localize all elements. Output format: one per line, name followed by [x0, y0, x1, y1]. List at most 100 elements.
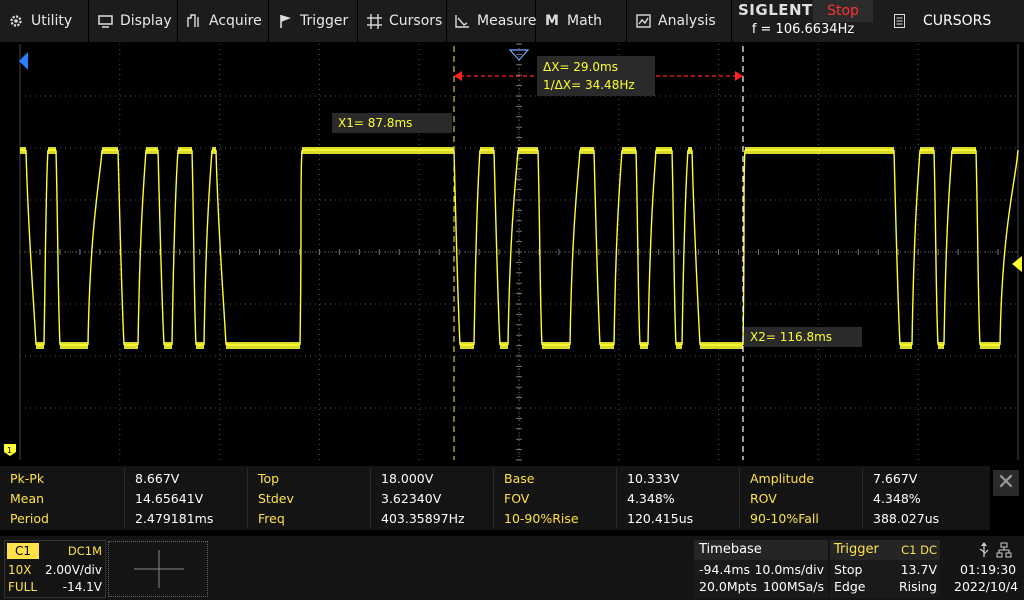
trace-noise-band [60, 342, 88, 349]
measurement-table: Pk-Pk 8.667V Top 18.000V Base 10.333V Amplitud… [0, 466, 990, 530]
measure-divider [862, 468, 863, 528]
trace-noise-band [226, 342, 300, 349]
cursors-panel-button[interactable]: CURSORS [880, 0, 1024, 42]
usb-icon [979, 542, 989, 557]
trace-noise-band [500, 342, 508, 349]
timebase-delay: -94.4ms [699, 562, 751, 577]
measure-divider [493, 468, 494, 528]
sample-rate: 100MSa/s [763, 579, 824, 594]
delta-arrow-right-head [735, 71, 743, 81]
trace-noise-band [938, 342, 944, 349]
menu-label: Trigger [300, 13, 349, 29]
trace-noise-band [700, 342, 743, 349]
measure-value: 3.62340V [381, 491, 442, 506]
measure-divider [616, 468, 617, 528]
brand-logo: SIGLENT [738, 1, 813, 19]
trace-noise-band [920, 147, 934, 154]
probe-attenuation: 10X [8, 563, 32, 577]
add-channel-slot[interactable] [108, 541, 208, 597]
analysis-icon [635, 13, 651, 29]
close-measure-button[interactable]: ✕ [993, 470, 1019, 496]
trace-noise-band [518, 147, 538, 154]
trace-noise-band [20, 147, 26, 154]
measure-value: 4.348% [627, 491, 675, 506]
measure-label: 10-90%Rise [504, 511, 579, 526]
menu-label: Utility [31, 13, 73, 29]
channel-1-info[interactable]: C1 DC1M 10X 2.00V/div FULL -14.1V [4, 540, 106, 598]
trace-noise-band [952, 147, 976, 154]
measure-value: 388.027us [873, 511, 940, 526]
bandwidth-limit: FULL [8, 580, 38, 594]
measure-divider [739, 468, 740, 528]
menu-utility[interactable]: Utility [0, 0, 89, 42]
trace-noise-band [622, 147, 636, 154]
measure-icon [455, 13, 470, 29]
menu-label: Math [567, 13, 603, 29]
trigger-source: C1 DC [901, 543, 937, 557]
menu-measure[interactable]: Measure [447, 0, 537, 42]
vertical-offset: -14.1V [62, 580, 102, 594]
memory-depth: 20.0Mpts [699, 579, 757, 594]
measure-label: Top [258, 471, 280, 486]
trigger-title: Trigger [834, 542, 879, 557]
menu-math[interactable]: M Math [536, 0, 627, 42]
cursor-x1-readout: X1= 87.8ms [332, 113, 452, 133]
graticule [19, 43, 1019, 461]
menu-label: Measure [477, 13, 537, 29]
menu-trigger[interactable]: Trigger [269, 0, 358, 42]
measure-value: 403.35897Hz [381, 511, 465, 526]
trace-noise-band [196, 342, 204, 349]
vertical-scale: 2.00V/div [44, 563, 102, 577]
status-display: SIGLENT Stop f = 106.6634Hz [733, 0, 873, 42]
network-icon [996, 542, 1012, 558]
trace-noise-band [580, 147, 594, 154]
plus-icon [134, 550, 184, 588]
clock-time: 01:19:30 [960, 562, 1017, 577]
frequency-counter: f = 106.6634Hz [751, 22, 855, 37]
trigger-state: Stop [834, 562, 863, 577]
menu-acquire[interactable]: Acquire [178, 0, 269, 42]
trigger-info[interactable]: Trigger C1 DC Stop 13.7V Edge Rising [830, 540, 940, 598]
trace-noise-band [600, 342, 614, 349]
trace-noise-band [36, 342, 44, 349]
trigger-level-marker[interactable] [1012, 256, 1022, 272]
clock-date: 2022/10/4 [954, 579, 1019, 594]
trace-noise-band [302, 147, 454, 154]
measure-value: 10.333V [627, 471, 680, 486]
trace-noise-band [212, 147, 216, 154]
measure-divider [124, 468, 125, 528]
waveform-grid: 1 [4, 43, 1022, 461]
menu-display[interactable]: Display [89, 0, 178, 42]
measure-value: 7.667V [873, 471, 918, 486]
trace-noise-band [102, 147, 118, 154]
menu-cursors[interactable]: Cursors [358, 0, 447, 42]
menu-label: Acquire [209, 13, 262, 29]
trace-noise-band [124, 342, 138, 349]
trigger-type: Edge [834, 579, 866, 594]
trigger-slope: Rising [898, 579, 937, 594]
menu-label: Analysis [658, 13, 716, 29]
measure-value: 14.65641V [135, 491, 204, 506]
run-stop-status[interactable]: Stop [813, 0, 873, 22]
flag-icon [277, 13, 293, 29]
trace-noise-band [676, 342, 682, 349]
menu-analysis[interactable]: Analysis [627, 0, 732, 42]
measure-value: 18.000V [381, 471, 434, 486]
measure-value: 4.348% [873, 491, 921, 506]
measure-label: 90-10%Fall [750, 511, 819, 526]
document-icon [894, 14, 905, 28]
channel-1-marker-label: 1 [7, 446, 12, 455]
channel-1-label: C1 [7, 543, 39, 559]
measure-divider [247, 468, 248, 528]
trace-noise-band [460, 342, 474, 349]
delta-x-value: ΔX= 29.0ms [543, 60, 618, 74]
monitor-icon [97, 13, 113, 29]
timebase-info[interactable]: Timebase -94.4ms 10.0ms/div 20.0Mpts 100… [694, 540, 828, 598]
measure-label: Mean [10, 491, 45, 506]
cursor-x2-readout: X2= 116.8ms [744, 327, 862, 347]
trigger-level: 13.7V [900, 562, 937, 577]
math-icon: M [545, 13, 559, 29]
panel-label: CURSORS [923, 13, 992, 29]
trace-noise-band [656, 147, 672, 154]
waveform-area[interactable]: 1 ΔX= 29.0ms 1/ΔX= 34.48Hz X1= 87.8ms X2… [0, 42, 1024, 462]
